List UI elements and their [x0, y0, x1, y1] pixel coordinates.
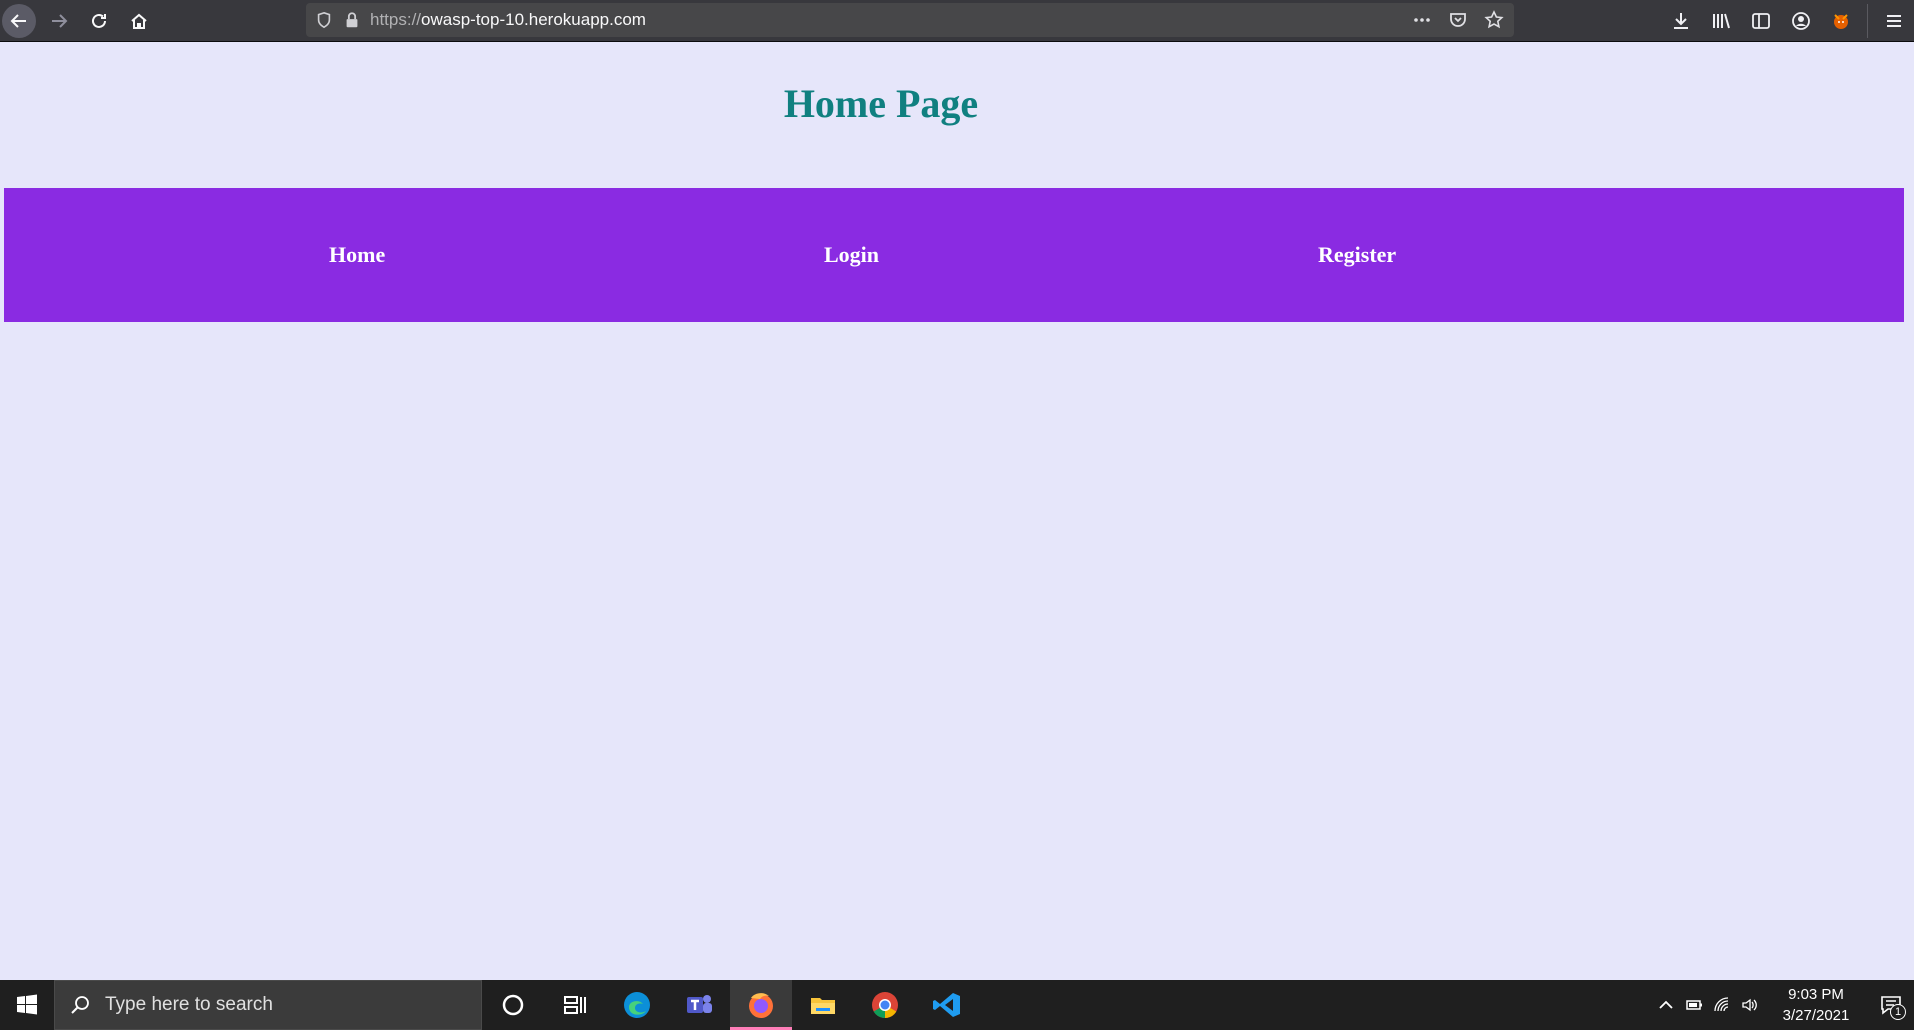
- file-explorer-button[interactable]: [792, 980, 854, 1030]
- toolbar-right: [1661, 0, 1914, 42]
- library-icon[interactable]: [1701, 4, 1741, 38]
- battery-button[interactable]: [1680, 980, 1708, 1030]
- url-scheme: https://: [370, 10, 422, 29]
- home-icon: [131, 13, 147, 29]
- chrome-icon: [872, 992, 898, 1019]
- toolbar-divider: [1867, 4, 1868, 38]
- page-title: Home Page: [783, 81, 979, 126]
- clock-date: 3/27/2021: [1782, 1007, 1850, 1024]
- nav-link-register[interactable]: Register: [1318, 188, 1396, 322]
- notification-count-badge: 1: [1890, 1004, 1906, 1020]
- home-button[interactable]: [122, 4, 156, 38]
- task-view-button[interactable]: [544, 980, 606, 1030]
- cortana-icon: [502, 994, 524, 1016]
- chrome-button[interactable]: [854, 980, 916, 1030]
- sidebar-icon[interactable]: [1741, 4, 1781, 38]
- firefox-icon: [749, 993, 773, 1018]
- battery-icon: [1686, 1000, 1702, 1010]
- reload-icon: [92, 13, 106, 28]
- wifi-icon: [1714, 997, 1729, 1012]
- search-placeholder: Type here to search: [105, 994, 273, 1015]
- edge-icon: [624, 992, 650, 1018]
- network-button[interactable]: [1708, 980, 1736, 1030]
- lock-icon[interactable]: [342, 10, 362, 30]
- action-center-button[interactable]: 1: [1868, 980, 1914, 1030]
- forward-arrow-icon: [52, 13, 68, 28]
- back-button[interactable]: [2, 3, 36, 38]
- volume-button[interactable]: [1736, 980, 1764, 1030]
- bookmark-star-icon[interactable]: [1482, 8, 1506, 32]
- browser-toolbar: https://owasp-top-10.herokuapp.com: [0, 0, 1914, 42]
- vscode-icon: [933, 993, 960, 1017]
- clock-time: 9:03 PM: [1788, 986, 1844, 1003]
- url-actions: [1410, 8, 1506, 32]
- edge-button[interactable]: [606, 980, 668, 1030]
- pocket-icon[interactable]: [1446, 8, 1470, 32]
- main-navbar: Home Login Register: [4, 188, 1904, 322]
- start-button[interactable]: [0, 980, 54, 1030]
- windows-logo-icon: [17, 994, 37, 1015]
- file-explorer-icon: [811, 998, 835, 1014]
- search-icon: [71, 996, 89, 1014]
- nav-link-login[interactable]: Login: [824, 188, 879, 322]
- account-icon[interactable]: [1781, 4, 1821, 38]
- url-text[interactable]: https://owasp-top-10.herokuapp.com: [370, 10, 1410, 30]
- tracking-protection-icon[interactable]: [314, 10, 334, 30]
- url-bar[interactable]: https://owasp-top-10.herokuapp.com: [306, 3, 1514, 37]
- back-arrow-icon: [10, 13, 26, 28]
- taskbar-search[interactable]: Type here to search: [54, 980, 482, 1030]
- reload-button[interactable]: [82, 4, 116, 38]
- downloads-icon[interactable]: [1661, 4, 1701, 38]
- cortana-button[interactable]: [482, 980, 544, 1030]
- firefox-button[interactable]: [730, 980, 792, 1030]
- taskbar-clock[interactable]: 9:03 PM 3/27/2021: [1774, 984, 1858, 1026]
- system-tray: 9:03 PM 3/27/2021 1: [1652, 980, 1914, 1030]
- chevron-up-icon: [1659, 1000, 1673, 1009]
- page-actions-icon[interactable]: [1410, 8, 1434, 32]
- forward-button[interactable]: [42, 4, 76, 38]
- vscode-button[interactable]: [916, 980, 978, 1030]
- windows-taskbar: Type here to search 9:03 PM 3/27/2021 1: [0, 980, 1914, 1030]
- speaker-icon: [1742, 998, 1757, 1012]
- teams-icon: [687, 995, 712, 1013]
- teams-button[interactable]: [668, 980, 730, 1030]
- menu-icon[interactable]: [1874, 4, 1914, 38]
- extension-fox-icon[interactable]: [1821, 4, 1861, 38]
- nav-link-home[interactable]: Home: [329, 188, 385, 322]
- url-host: owasp-top-10.herokuapp.com: [421, 10, 646, 29]
- show-hidden-icons-button[interactable]: [1652, 980, 1680, 1030]
- task-view-icon: [564, 996, 586, 1014]
